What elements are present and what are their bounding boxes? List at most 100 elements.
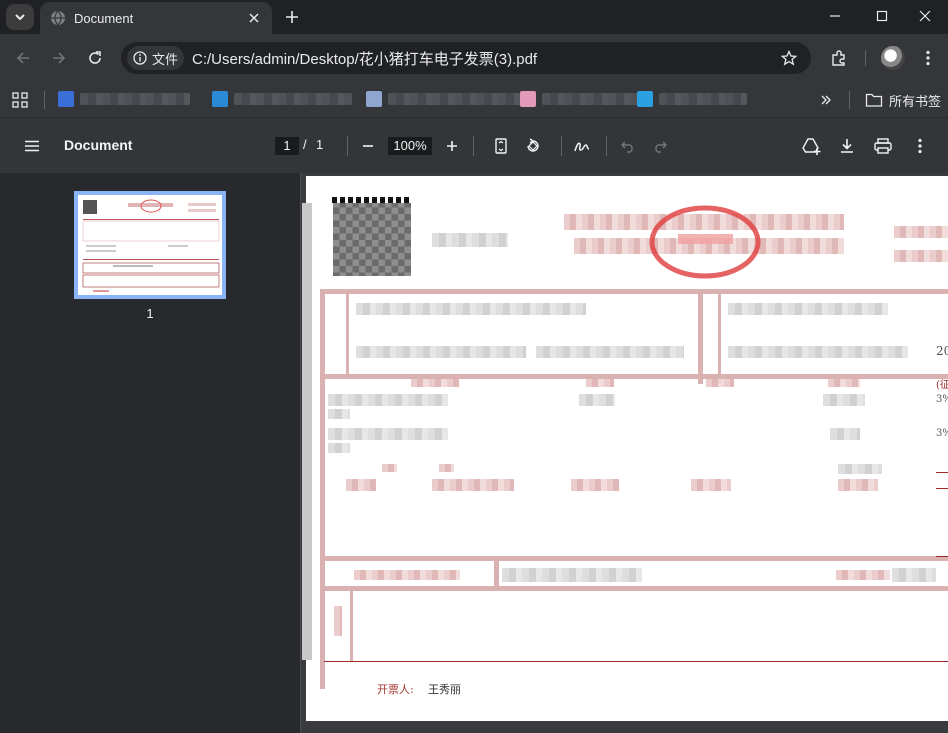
plus-icon — [447, 141, 457, 151]
minus-icon — [363, 145, 373, 147]
extensions-icon — [832, 50, 845, 66]
pdf-toolbar: Document 1 / 1 100% — [0, 118, 948, 173]
thumbnail-sidebar: 1 — [0, 173, 300, 733]
page-number-input[interactable]: 1 — [275, 137, 299, 155]
annotate-icon — [574, 142, 590, 152]
pdf-toolbar-divider — [347, 136, 348, 156]
rotate-button[interactable] — [518, 131, 548, 161]
back-button[interactable] — [9, 44, 37, 72]
tax-column-header: (征 — [936, 380, 948, 391]
pdf-toolbar-divider — [473, 136, 474, 156]
browser-tab[interactable]: Document — [40, 2, 272, 34]
save-to-drive-button[interactable] — [797, 131, 827, 161]
chevrons-right-icon — [821, 95, 831, 105]
site-info-label: 文件 — [152, 51, 179, 67]
print-icon — [874, 138, 892, 154]
all-bookmarks-button[interactable]: 所有书签 — [865, 90, 941, 110]
zoom-input[interactable]: 100% — [388, 137, 432, 155]
bookmark-item[interactable] — [58, 90, 190, 108]
redacted-text — [382, 464, 397, 472]
item-value-redacted — [823, 394, 865, 406]
redacted-text — [439, 464, 454, 472]
sidebar-toggle-button[interactable] — [17, 131, 47, 161]
window-close-button[interactable] — [902, 0, 948, 32]
page-total: 1 — [316, 137, 324, 152]
item-value-redacted — [579, 394, 615, 406]
page-thumbnail[interactable] — [74, 191, 226, 299]
table-border — [350, 591, 353, 661]
tax-rate: 3% — [936, 428, 948, 439]
browser-menu-button[interactable] — [914, 44, 942, 72]
bookmark-star-button[interactable] — [775, 44, 803, 72]
annotate-button[interactable] — [567, 131, 597, 161]
pdf-more-button[interactable] — [905, 131, 935, 161]
redacted-text — [894, 250, 948, 262]
table-border — [320, 556, 948, 561]
print-button[interactable] — [868, 131, 898, 161]
date-fragment: 20 — [936, 344, 948, 358]
bookmark-item[interactable] — [520, 90, 640, 108]
close-icon — [919, 10, 931, 22]
address-bar[interactable]: 文件 C:/Users/admin/Desktop/花小猪打车电子发票(3).p… — [121, 42, 811, 74]
reload-icon — [89, 51, 101, 64]
redacted-text — [571, 479, 619, 491]
apps-icon[interactable] — [10, 90, 30, 110]
bookmark-item[interactable] — [637, 90, 747, 108]
fit-page-icon — [495, 138, 507, 154]
undo-icon — [620, 141, 633, 153]
bookmark-label-redacted — [542, 93, 640, 105]
bookmark-item[interactable] — [212, 90, 352, 108]
redacted-text — [354, 570, 460, 580]
close-icon — [249, 13, 259, 23]
redacted-text — [356, 346, 526, 358]
forward-button[interactable] — [45, 44, 73, 72]
fit-page-button[interactable] — [486, 131, 516, 161]
pdf-page: 20 (征 3% 3% — [306, 176, 948, 721]
tab-close-button[interactable] — [244, 8, 264, 28]
thumbnail-page-number: 1 — [146, 306, 154, 321]
chevron-down-icon — [15, 14, 25, 21]
tab-search-button[interactable] — [6, 4, 34, 30]
redacted-text — [892, 568, 936, 582]
redacted-text — [728, 346, 908, 358]
bookmark-item[interactable] — [366, 90, 524, 108]
redo-button[interactable] — [645, 131, 675, 161]
table-border — [718, 289, 721, 384]
redacted-text — [691, 479, 731, 491]
info-icon — [133, 51, 147, 65]
vertical-scrollbar[interactable] — [302, 203, 312, 660]
thumbnail-preview — [82, 199, 220, 292]
redacted-text — [838, 464, 882, 474]
drive-add-icon — [802, 138, 821, 155]
bookmark-favicon — [212, 91, 228, 107]
url-text[interactable]: C:/Users/admin/Desktop/花小猪打车电子发票(3).pdf — [192, 48, 775, 69]
tab-title: Document — [74, 10, 134, 26]
pdf-toolbar-divider — [606, 136, 607, 156]
site-info-chip[interactable]: 文件 — [127, 46, 185, 70]
bookmark-label-redacted — [659, 93, 747, 105]
more-bookmarks-button[interactable] — [816, 90, 836, 110]
column-header-redacted — [828, 379, 860, 387]
zoom-in-button[interactable] — [437, 131, 467, 161]
new-tab-button[interactable] — [280, 5, 304, 29]
extensions-button[interactable] — [825, 44, 853, 72]
bookmarks-bar: 所有书签 — [0, 82, 948, 118]
back-icon — [16, 52, 29, 64]
undo-button[interactable] — [613, 131, 643, 161]
redacted-text — [346, 479, 376, 491]
bookmark-favicon — [58, 91, 74, 107]
minimize-button[interactable] — [812, 0, 858, 32]
download-icon — [841, 139, 853, 153]
tax-rate: 3% — [936, 394, 948, 405]
column-header-redacted — [706, 379, 734, 387]
invoice-stamp — [649, 205, 761, 279]
plus-icon — [286, 11, 298, 23]
reload-button[interactable] — [81, 44, 109, 72]
table-border — [936, 488, 948, 489]
star-icon — [781, 50, 797, 66]
avatar[interactable] — [881, 46, 905, 70]
document-viewport[interactable]: 20 (征 3% 3% — [301, 173, 948, 733]
zoom-out-button[interactable] — [353, 131, 383, 161]
download-button[interactable] — [832, 131, 862, 161]
maximize-button[interactable] — [859, 0, 905, 32]
